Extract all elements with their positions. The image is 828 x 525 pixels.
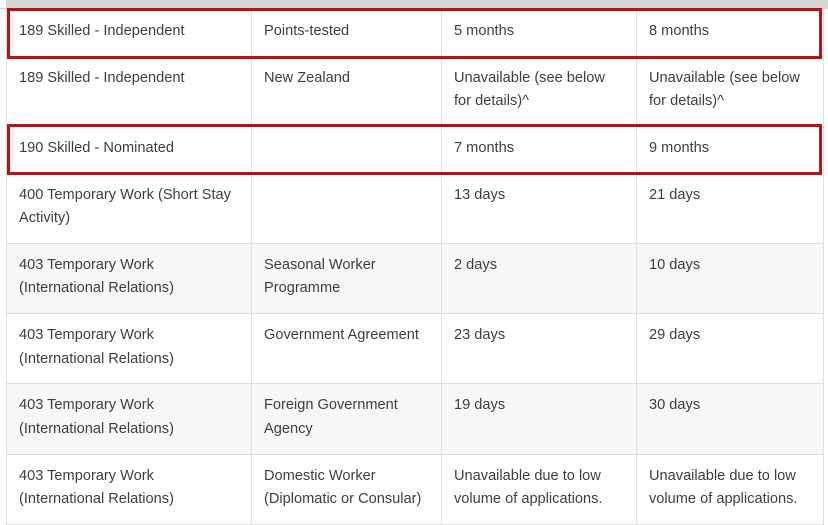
cell-75-percent: 23 days <box>441 313 637 385</box>
cell-90-percent: Unavailable due to low volume of applica… <box>636 453 824 525</box>
cell-75-percent: 19 days <box>441 383 637 455</box>
processing-times-table-viewport: 189 Skilled - Independent Points-tested 5 … <box>6 9 824 525</box>
cell-75-percent: Unavailable (see below for details)^ <box>441 55 637 127</box>
cell-visa-stream: Seasonal Worker Programme <box>251 242 442 315</box>
cell-90-percent: 30 days <box>636 383 824 455</box>
cell-visa-stream: New Zealand <box>251 55 442 127</box>
cell-90-percent: 9 months <box>636 125 824 174</box>
cell-90-percent: Unavailable (see below for details)^ <box>636 55 824 127</box>
cell-75-percent: 13 days <box>441 172 637 244</box>
cell-visa-stream: Foreign Government Agency <box>251 383 442 455</box>
table-body: 189 Skilled - Independent Points-tested 5 … <box>6 9 824 525</box>
cell-90-percent: 8 months <box>636 9 824 57</box>
cell-visa-subclass: 403 Temporary Work (International Relati… <box>6 313 252 385</box>
cell-visa-stream: Domestic Worker (Diplomatic or Consular) <box>251 453 442 525</box>
cell-visa-stream: Points-tested <box>251 9 442 57</box>
cell-90-percent: 10 days <box>636 242 824 315</box>
cell-visa-stream <box>251 125 442 174</box>
table-row: 189 Skilled - Independent Points-tested 5 … <box>6 9 824 57</box>
cell-visa-subclass: 403 Temporary Work (International Relati… <box>6 242 252 315</box>
cell-75-percent: 2 days <box>441 242 637 315</box>
cell-visa-subclass: 189 Skilled - Independent <box>6 55 252 127</box>
table-row: 190 Skilled - Nominated 7 months 9 months <box>6 125 824 174</box>
cell-visa-subclass: 403 Temporary Work (International Relati… <box>6 453 252 525</box>
cell-visa-stream: Government Agreement <box>251 313 442 385</box>
cell-75-percent: Unavailable due to low volume of applica… <box>441 453 637 525</box>
table-row: 403 Temporary Work (International Relati… <box>6 313 824 385</box>
cell-visa-subclass: 189 Skilled - Independent <box>6 9 252 57</box>
table-row: 403 Temporary Work (International Relati… <box>6 242 824 315</box>
cell-90-percent: 21 days <box>636 172 824 244</box>
cell-visa-subclass: 403 Temporary Work (International Relati… <box>6 383 252 455</box>
cell-75-percent: 5 months <box>441 9 637 57</box>
cell-75-percent: 7 months <box>441 125 637 174</box>
page-left-margin <box>0 0 6 8</box>
table-row: 403 Temporary Work (International Relati… <box>6 383 824 455</box>
cell-visa-subclass: 400 Temporary Work (Short Stay Activity) <box>6 172 252 244</box>
table-row: 400 Temporary Work (Short Stay Activity)… <box>6 172 824 244</box>
table-row: 403 Temporary Work (International Relati… <box>6 453 824 525</box>
page-background-strip <box>0 0 828 9</box>
cell-visa-subclass: 190 Skilled - Nominated <box>6 125 252 174</box>
visa-processing-times-table: 189 Skilled - Independent Points-tested 5 … <box>6 9 824 525</box>
cell-90-percent: 29 days <box>636 313 824 385</box>
table-row: 189 Skilled - Independent New Zealand Unav… <box>6 55 824 127</box>
cell-visa-stream <box>251 172 442 244</box>
